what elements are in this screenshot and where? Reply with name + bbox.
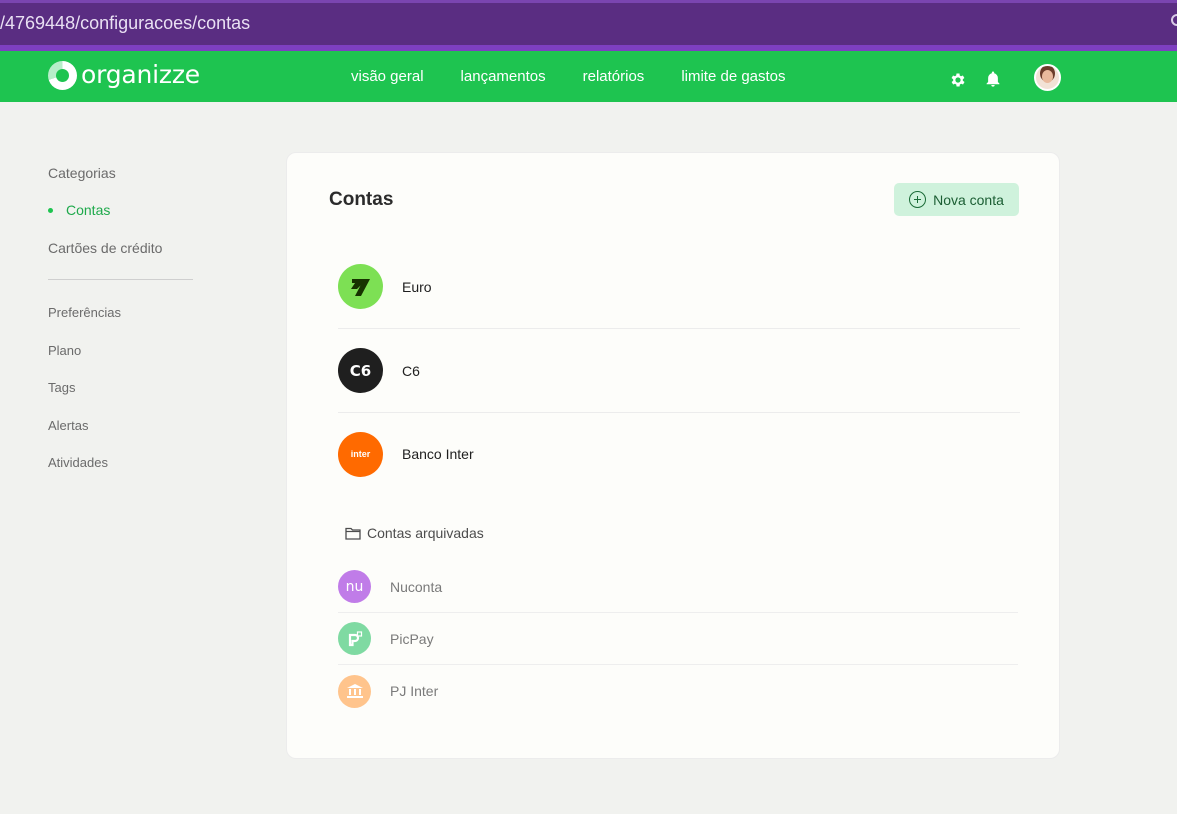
bank-building-icon	[338, 674, 371, 708]
accounts-card: Contas Nova conta Euro C6 C6 inter Banco…	[286, 152, 1060, 759]
gear-icon[interactable]	[949, 71, 967, 89]
sidebar-item-cartoes[interactable]: Cartões de crédito	[48, 238, 162, 258]
url-text[interactable]: /4769448/configuracoes/contas	[0, 13, 250, 34]
archived-row-pj-inter[interactable]: PJ Inter	[338, 665, 1018, 717]
plus-circle-icon	[909, 191, 927, 208]
account-name: C6	[402, 362, 420, 379]
archived-account-name: PJ Inter	[390, 683, 439, 699]
sidebar-item-alertas[interactable]: Alertas	[48, 416, 88, 436]
account-name: Euro	[402, 278, 432, 295]
sidebar-item-atividades[interactable]: Atividades	[48, 453, 108, 473]
brand-name: organizze	[81, 60, 200, 89]
wise-logo-icon	[338, 264, 383, 309]
organizze-logo-icon	[48, 61, 77, 90]
sidebar-item-tags[interactable]: Tags	[48, 378, 75, 398]
archived-accounts-header[interactable]: Contas arquivadas	[345, 525, 484, 541]
bell-icon[interactable]	[984, 70, 1002, 88]
new-account-label: Nova conta	[933, 191, 1004, 208]
sidebar-item-categorias[interactable]: Categorias	[48, 163, 116, 183]
archived-row-picpay[interactable]: PicPay	[338, 613, 1018, 665]
sidebar-item-contas[interactable]: Contas	[48, 200, 110, 220]
brand-logo[interactable]: organizze	[48, 60, 200, 90]
archived-account-name: Nuconta	[390, 578, 443, 595]
header-actions	[949, 64, 1061, 91]
account-name: Banco Inter	[402, 446, 474, 462]
menu-relatorios[interactable]: relatórios	[583, 68, 645, 85]
picpay-logo-icon	[338, 622, 371, 655]
browser-edge-icon	[1171, 14, 1177, 26]
browser-address-bar[interactable]: /4769448/configuracoes/contas	[0, 0, 1177, 51]
c6-logo-icon: C6	[338, 348, 383, 393]
archived-row-nuconta[interactable]: nu Nuconta	[338, 561, 1018, 613]
page-title: Contas	[329, 189, 394, 210]
inter-logo-icon: inter	[338, 431, 383, 477]
account-row-banco-inter[interactable]: inter Banco Inter	[338, 412, 1020, 496]
folder-icon	[345, 527, 361, 540]
top-navigation: organizze visão geral lançamentos relató…	[0, 51, 1177, 102]
account-row-c6[interactable]: C6 C6	[338, 329, 1020, 413]
sidebar-item-plano[interactable]: Plano	[48, 341, 81, 361]
sidebar-divider	[48, 279, 193, 280]
account-row-euro[interactable]: Euro	[338, 245, 1020, 329]
archived-account-name: PicPay	[390, 630, 434, 647]
menu-lancamentos[interactable]: lançamentos	[461, 68, 546, 85]
nubank-logo-icon: nu	[338, 570, 371, 603]
user-avatar[interactable]	[1034, 64, 1061, 91]
sidebar-item-preferencias[interactable]: Preferências	[48, 303, 121, 323]
archived-accounts-label: Contas arquivadas	[367, 525, 484, 541]
menu-visao-geral[interactable]: visão geral	[351, 68, 424, 85]
main-menu: visão geral lançamentos relatórios limit…	[351, 68, 786, 85]
new-account-button[interactable]: Nova conta	[894, 183, 1019, 216]
menu-limite-de-gastos[interactable]: limite de gastos	[681, 68, 785, 85]
